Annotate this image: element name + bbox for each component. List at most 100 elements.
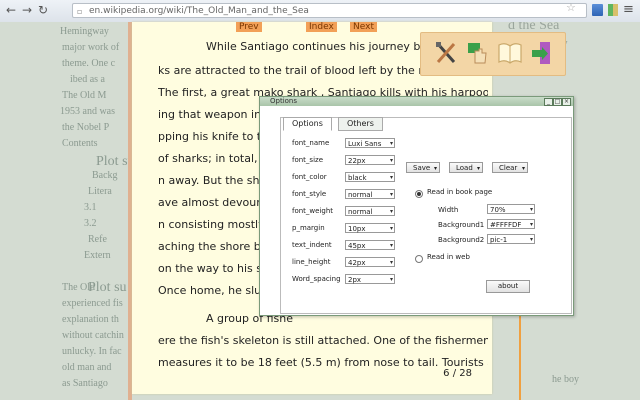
reload-icon[interactable]: ↻	[36, 3, 50, 17]
option-value: 42px	[348, 259, 366, 267]
option-label: font_style	[292, 190, 327, 198]
option-value: 10px	[348, 225, 366, 233]
about-button[interactable]: about	[486, 280, 530, 293]
wiki-bg-line: 3.2	[84, 218, 97, 229]
options-dialog: Options _ □ × Options Others font_name Lu…	[259, 96, 574, 316]
dropdown-arrow-icon: ▾	[529, 236, 533, 243]
dropdown-arrow-icon: ▾	[389, 208, 393, 215]
option-label: font_weight	[292, 207, 334, 215]
wiki-bg-line: 3.1	[84, 202, 97, 213]
option-label: text_indent	[292, 241, 332, 249]
width-label: Width	[438, 206, 459, 214]
read-in-book-label: Read in book page	[427, 188, 493, 196]
option-select-font-color[interactable]: black ▾	[345, 172, 395, 182]
star-icon[interactable]: ☆	[566, 1, 576, 14]
dialog-titlebar[interactable]: Options _ □ ×	[260, 97, 573, 106]
dialog-title: Options	[270, 97, 298, 105]
address-bar[interactable]: ▫ en.wikipedia.org/wiki/The_Old_Man_and_…	[72, 3, 587, 18]
option-label: p_margin	[292, 224, 325, 232]
wiki-bg-line: without catchin	[62, 330, 124, 341]
forward-arrow-icon[interactable]: →	[20, 3, 34, 17]
wiki-bg-line: old man and	[62, 362, 112, 373]
read-in-book-radio[interactable]	[415, 190, 423, 198]
dropdown-arrow-icon: ▾	[389, 140, 393, 147]
wiki-bg-line: Contents	[62, 138, 98, 149]
read-in-web-radio[interactable]	[415, 255, 423, 263]
option-select-p-margin[interactable]: 10px ▾	[345, 223, 395, 233]
next-link[interactable]: Next	[350, 22, 377, 32]
index-link[interactable]: Index	[306, 22, 337, 32]
dropdown-arrow-icon: ▾	[389, 242, 393, 249]
wiki-bg-line: ibed as a	[70, 74, 105, 85]
option-label: font_name	[292, 139, 330, 147]
back-arrow-icon[interactable]: ←	[4, 3, 18, 17]
background2-select[interactable]: pic-1 ▾	[487, 234, 535, 244]
background1-value: #FFFFDF	[490, 221, 522, 229]
page-icon: ▫	[77, 7, 83, 16]
wiki-bg-line: explanation th	[62, 314, 119, 325]
option-select-font-size[interactable]: 22px ▾	[345, 155, 395, 165]
save-button-label: Save	[413, 164, 431, 172]
dropdown-arrow-icon: ▾	[529, 206, 533, 213]
option-label: Word_spacing	[292, 275, 341, 283]
background1-select[interactable]: #FFFFDF ▾	[487, 219, 535, 229]
option-select-word-spacing[interactable]: 2px ▾	[345, 274, 395, 284]
option-select-text-indent[interactable]: 45px ▾	[345, 240, 395, 250]
option-value: normal	[348, 208, 373, 216]
option-label: font_size	[292, 156, 324, 164]
wiki-bg-line: the Nobel P	[62, 122, 110, 133]
export-icon[interactable]	[529, 39, 555, 67]
option-label: line_height	[292, 258, 331, 266]
option-value: normal	[348, 191, 373, 199]
wiki-bg-line: The Old	[62, 282, 96, 293]
extension-book-icon[interactable]	[592, 4, 603, 16]
dropdown-arrow-icon: ▾	[521, 165, 525, 172]
browser-toolbar: ← → ↻ ▫ en.wikipedia.org/wiki/The_Old_Ma…	[0, 0, 640, 23]
dropdown-arrow-icon: ▾	[389, 276, 393, 283]
read-in-web-label: Read in web	[427, 253, 470, 261]
dropdown-arrow-icon: ▾	[389, 157, 393, 164]
reader-toolbar	[420, 32, 566, 76]
option-value: 22px	[348, 157, 366, 165]
book-text-line: ere the fish's skeleton is still attache…	[158, 334, 488, 347]
hand-icon[interactable]	[465, 39, 491, 67]
wiki-bg-line: Litera	[88, 186, 112, 197]
clear-button-label: Clear	[499, 164, 518, 172]
tools-icon[interactable]	[433, 39, 459, 67]
book-text-line: measures it to be 18 feet (5.5 m) from n…	[158, 356, 488, 369]
load-button[interactable]: Load ▾	[449, 162, 483, 173]
page-number: 6 / 28	[443, 368, 472, 379]
extension-reader-icon[interactable]	[608, 4, 618, 16]
tab-options[interactable]: Options	[283, 117, 332, 131]
width-select[interactable]: 70% ▾	[487, 204, 535, 214]
background2-label: Background2	[438, 236, 485, 244]
wiki-bg-line: Backg	[92, 170, 118, 181]
book-icon[interactable]	[497, 39, 523, 67]
option-select-font-weight[interactable]: normal ▾	[345, 206, 395, 216]
wiki-bg-right-line: he boy	[552, 374, 579, 385]
prev-link[interactable]: Prev	[236, 22, 262, 32]
options-panel: Options Others font_name Luxi Sans ▾ font_s…	[280, 117, 572, 314]
option-select-font-name[interactable]: Luxi Sans ▾	[345, 138, 395, 148]
option-select-line-height[interactable]: 42px ▾	[345, 257, 395, 267]
dropdown-arrow-icon: ▾	[529, 221, 533, 228]
clear-button[interactable]: Clear ▾	[492, 162, 528, 173]
option-select-font-style[interactable]: normal ▾	[345, 189, 395, 199]
option-value: Luxi Sans	[348, 140, 382, 148]
wiki-bg-line: theme. One c	[62, 58, 116, 69]
option-value: 45px	[348, 242, 366, 250]
tab-others[interactable]: Others	[338, 117, 383, 131]
maximize-icon[interactable]: □	[553, 98, 562, 106]
wiki-bg-line: experienced fis	[62, 298, 123, 309]
dropdown-arrow-icon: ▾	[433, 165, 437, 172]
wiki-bg-line: 1953 and was	[60, 106, 115, 117]
minimize-icon[interactable]: _	[544, 98, 553, 106]
save-button[interactable]: Save ▾	[406, 162, 440, 173]
load-button-label: Load	[456, 164, 473, 172]
close-icon[interactable]: ×	[562, 98, 571, 106]
wiki-bg-line: major work of	[62, 42, 120, 53]
url-text: en.wikipedia.org/wiki/The_Old_Man_and_th…	[89, 6, 309, 16]
wiki-bg-line: Extern	[84, 250, 111, 261]
menu-icon[interactable]: ≡	[623, 2, 634, 17]
wiki-bg-line: The Old M	[62, 90, 107, 101]
